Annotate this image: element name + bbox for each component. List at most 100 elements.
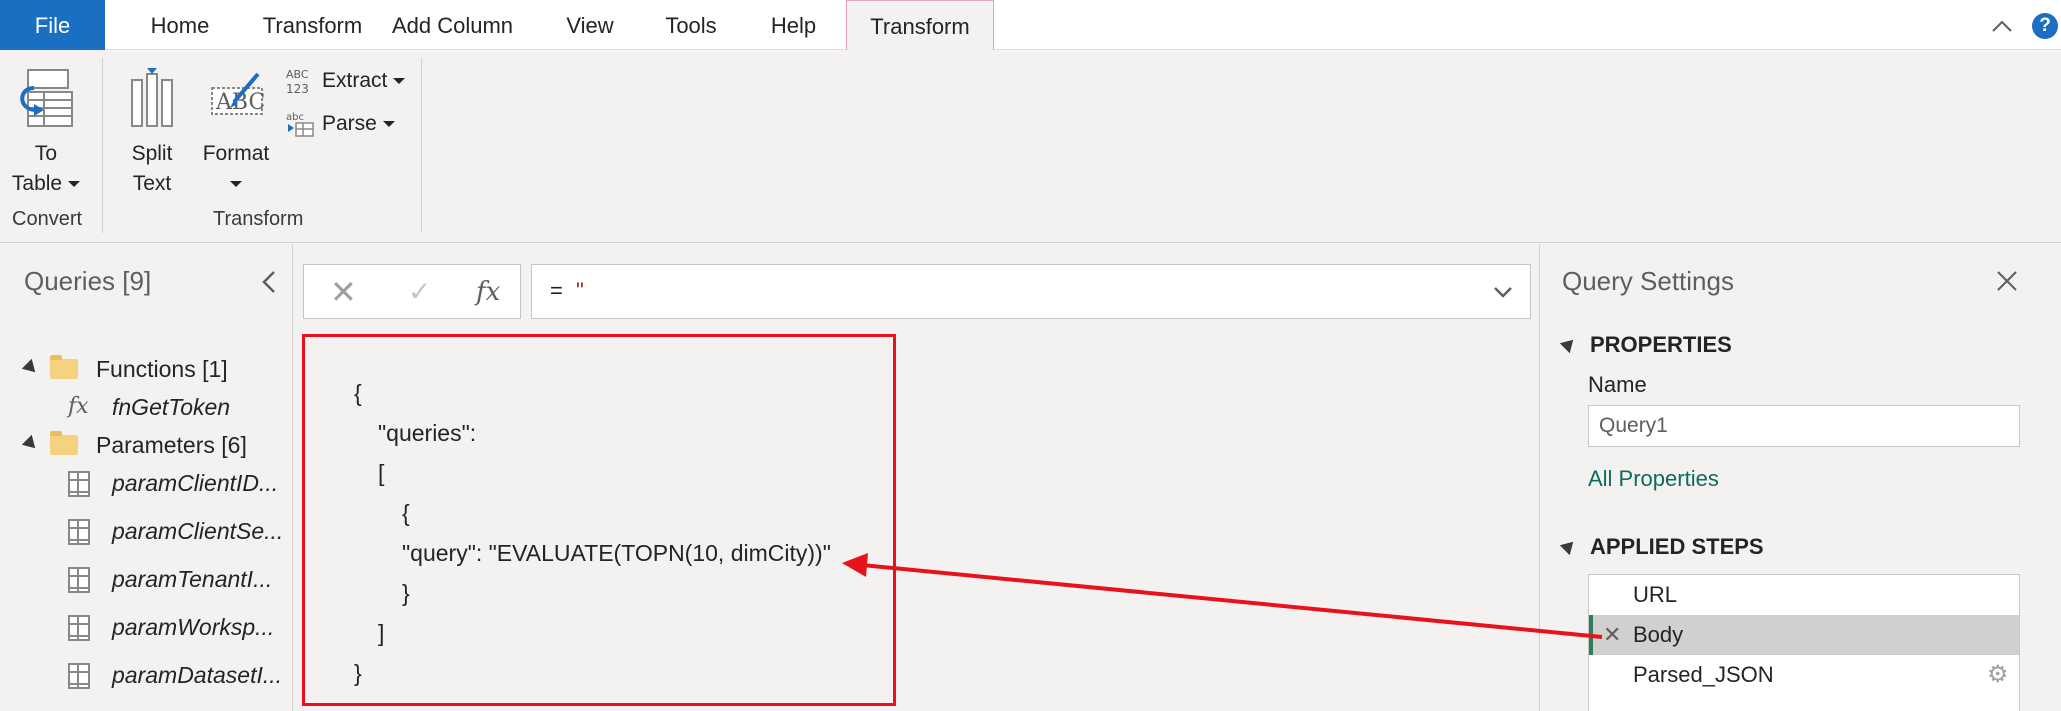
format-label: Format <box>202 142 270 165</box>
tab-view[interactable]: View <box>540 0 640 50</box>
folder-parameters[interactable]: Parameters [6] <box>0 425 290 465</box>
folder-icon <box>50 431 78 455</box>
query-item-param[interactable]: paramWorksp... <box>0 607 290 647</box>
selected-indicator <box>1589 615 1593 655</box>
query-name-field[interactable]: Query1 <box>1588 405 2020 447</box>
parameter-icon <box>68 519 90 545</box>
parameter-icon <box>68 615 90 641</box>
folder-icon <box>50 355 78 379</box>
json-line: "queries": <box>378 420 477 446</box>
to-table-icon <box>20 69 73 127</box>
queries-pane: Queries [9] Functions [1] fx fnGetToken … <box>0 244 293 711</box>
expand-icon[interactable] <box>21 434 41 454</box>
collapse-icon <box>1559 536 1579 556</box>
formula-bar-buttons: ✕ ✓ fx <box>303 264 521 319</box>
query-label: paramClientID... <box>112 470 279 496</box>
parameter-icon <box>68 471 90 497</box>
folder-functions[interactable]: Functions [1] <box>0 349 290 389</box>
json-line: [ <box>378 460 385 486</box>
formula-equals: = <box>550 278 563 303</box>
json-line: { <box>402 500 410 526</box>
extract-label: Extract <box>322 69 388 92</box>
tab-add-column[interactable]: Add Column <box>385 0 520 50</box>
svg-text:ABC: ABC <box>286 68 309 81</box>
close-icon[interactable] <box>1994 268 2020 294</box>
query-item-fngettoken[interactable]: fx fnGetToken <box>0 387 290 427</box>
formula-value: " <box>576 278 584 303</box>
svg-text:abc: abc <box>286 112 304 123</box>
query-label: fnGetToken <box>112 394 231 420</box>
query-settings-pane: Query Settings PROPERTIES Name Query1 Al… <box>1539 244 2061 711</box>
name-label: Name <box>1588 372 1647 397</box>
split-text-label-2: Text <box>132 172 172 195</box>
extract-icon: ABC 123 <box>286 68 309 95</box>
to-table-button[interactable]: To Table <box>6 66 86 199</box>
to-table-label-1: To <box>34 142 58 165</box>
collapse-ribbon-icon[interactable] <box>1990 14 2014 38</box>
ribbon: To Table Convert Split Text ABC Format A… <box>0 50 2061 243</box>
folder-label: Parameters [6] <box>96 432 247 458</box>
query-settings-title: Query Settings <box>1562 266 1734 296</box>
tab-tools[interactable]: Tools <box>646 0 736 50</box>
step-label: URL <box>1633 582 1678 607</box>
gear-icon[interactable]: ⚙ <box>1987 655 2009 695</box>
split-text-icon <box>131 68 173 127</box>
json-line: } <box>402 580 410 606</box>
function-icon: fx <box>68 394 89 419</box>
split-text-button[interactable]: Split Text <box>112 66 192 199</box>
query-item-param[interactable]: paramClientSe... <box>0 511 290 551</box>
folder-label: Functions [1] <box>96 356 228 382</box>
query-item-param[interactable]: paramTenantI... <box>0 559 290 599</box>
properties-header-label: PROPERTIES <box>1590 332 1732 357</box>
tab-file[interactable]: File <box>0 0 105 50</box>
json-line: } <box>354 660 362 686</box>
tab-contextual-transform[interactable]: Transform <box>846 0 994 51</box>
step-label: Body <box>1633 622 1684 647</box>
json-line: "query": "EVALUATE(TOPN(10, dimCity))" <box>402 540 831 566</box>
expand-formula-icon[interactable] <box>1492 283 1514 301</box>
query-label: paramClientSe... <box>112 518 284 544</box>
extract-button[interactable]: ABC 123 Extract <box>286 64 406 98</box>
delete-step-icon[interactable]: ✕ <box>1603 615 1621 655</box>
queries-title: Queries [9] <box>24 266 152 296</box>
query-item-param[interactable]: paramClientID... <box>0 463 290 503</box>
json-line: { <box>354 380 362 406</box>
parameter-icon <box>68 567 90 593</box>
parse-button[interactable]: abc Parse <box>286 107 395 141</box>
parameter-icon <box>68 663 90 689</box>
step-body[interactable]: ✕ Body <box>1589 615 2019 655</box>
format-dropdown-icon <box>196 169 276 199</box>
json-line: ] <box>378 620 385 646</box>
format-icon: ABC <box>211 72 265 115</box>
all-properties-link[interactable]: All Properties <box>1588 466 1719 492</box>
tab-transform[interactable]: Transform <box>240 0 385 50</box>
query-label: paramTenantI... <box>112 566 273 592</box>
group-label-convert: Convert <box>12 208 83 230</box>
ribbon-tab-bar: File Home Transform Add Column View Tool… <box>0 0 2061 51</box>
properties-header[interactable]: PROPERTIES <box>1559 332 1732 358</box>
query-label: paramWorksp... <box>112 614 275 640</box>
ribbon-separator <box>102 58 103 233</box>
applied-steps-header-label: APPLIED STEPS <box>1590 534 1764 559</box>
json-highlight-box <box>302 334 896 706</box>
query-item-param[interactable]: paramDatasetI... <box>0 655 290 695</box>
query-label: paramDatasetI... <box>112 662 283 688</box>
tab-home[interactable]: Home <box>120 0 240 50</box>
to-table-label-2: Table <box>6 169 86 199</box>
ribbon-separator <box>421 58 422 233</box>
insert-function-icon[interactable]: fx <box>476 277 500 307</box>
cancel-formula-icon[interactable]: ✕ <box>330 276 357 308</box>
parse-icon: abc <box>286 112 314 138</box>
applied-steps-header[interactable]: APPLIED STEPS <box>1559 534 1764 560</box>
expand-icon[interactable] <box>21 358 41 378</box>
tab-help[interactable]: Help <box>746 0 841 50</box>
step-label: Parsed_JSON <box>1633 662 1774 687</box>
step-url[interactable]: URL <box>1589 575 2019 615</box>
step-parsed-json[interactable]: Parsed_JSON ⚙ <box>1589 655 2019 695</box>
applied-steps-list: URL ✕ Body Parsed_JSON ⚙ <box>1588 574 2020 711</box>
help-icon[interactable]: ? <box>2032 13 2058 39</box>
format-button[interactable]: ABC Format <box>196 66 276 199</box>
commit-formula-icon[interactable]: ✓ <box>408 277 431 307</box>
collapse-queries-icon[interactable] <box>258 268 280 296</box>
formula-bar-input[interactable]: = " <box>531 264 1531 319</box>
